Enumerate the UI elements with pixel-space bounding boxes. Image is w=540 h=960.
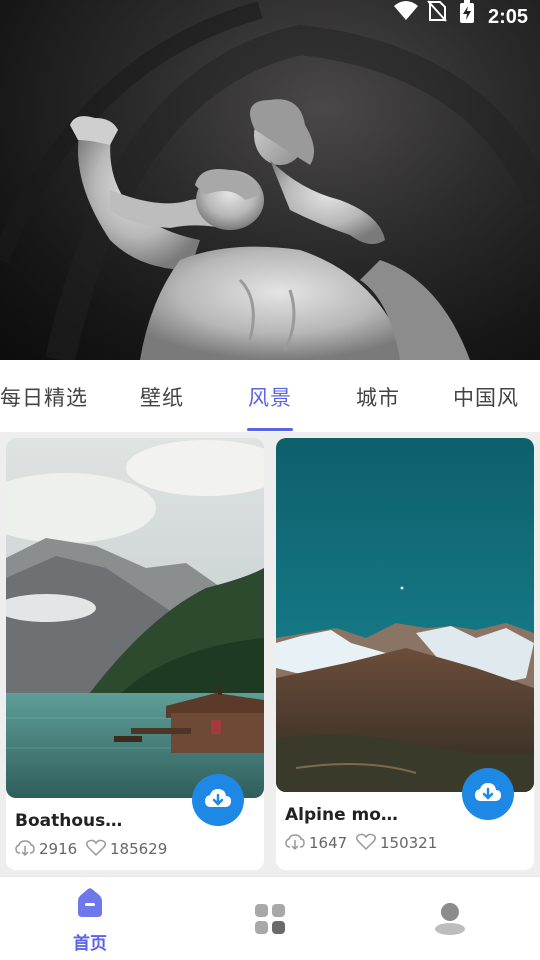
home-icon xyxy=(78,888,102,917)
card-title: Boathous… xyxy=(15,811,123,831)
download-button[interactable] xyxy=(192,774,244,826)
no-sim-icon xyxy=(427,0,447,22)
nav-home-label: 首页 xyxy=(73,934,107,954)
statue-image xyxy=(0,1,540,360)
wifi-icon xyxy=(394,1,418,20)
battery-charging-icon xyxy=(460,0,474,23)
like-count-value: 185629 xyxy=(110,840,168,858)
user-icon xyxy=(435,903,465,935)
like-count: 185629 xyxy=(86,839,186,860)
cloud-download-outline-icon xyxy=(285,834,305,851)
grid-icon xyxy=(255,904,285,934)
category-tabs: 每日精选 壁纸 风景 城市 中国风 xyxy=(0,360,540,432)
nav-home[interactable]: 首页 xyxy=(40,877,140,960)
download-count: 2916 xyxy=(15,840,85,860)
like-count-value: 150321 xyxy=(380,834,438,852)
tab-city[interactable]: 城市 xyxy=(356,382,400,412)
card-image-boathouse[interactable] xyxy=(6,438,264,798)
download-count-value: 1647 xyxy=(309,834,348,852)
cloud-download-icon xyxy=(475,783,501,801)
status-bar: 2:05 xyxy=(0,0,540,36)
status-time: 2:05 xyxy=(487,6,528,28)
nav-profile[interactable] xyxy=(400,877,500,960)
heart-outline-icon xyxy=(356,833,376,851)
bottom-navigation: 首页 xyxy=(0,876,540,960)
tab-wallpaper[interactable]: 壁纸 xyxy=(140,382,184,412)
download-button[interactable] xyxy=(462,768,514,820)
wallpaper-card[interactable]: Boathous… 2916 185629 xyxy=(6,438,264,870)
tab-scenery[interactable]: 风景 xyxy=(248,382,292,412)
download-count: 1647 xyxy=(285,834,355,854)
tab-chinese-style[interactable]: 中国风 xyxy=(453,382,519,412)
hero-banner[interactable]: 2:05 xyxy=(0,0,540,360)
card-image-alpine[interactable] xyxy=(276,438,534,792)
cloud-download-outline-icon xyxy=(15,840,35,857)
tab-daily-picks[interactable]: 每日精选 xyxy=(0,382,88,412)
app-screen: 2:05 每日精选 壁纸 风景 城市 中国风 Boathous… 2916 18… xyxy=(0,0,540,960)
heart-outline-icon xyxy=(86,839,106,857)
nav-categories[interactable] xyxy=(220,877,320,960)
download-count-value: 2916 xyxy=(39,840,78,858)
cloud-download-icon xyxy=(205,789,231,807)
lake-boathouse-image xyxy=(6,438,264,798)
card-title: Alpine mo… xyxy=(285,805,398,825)
wallpaper-card[interactable]: Alpine mo… 1647 150321 xyxy=(276,438,534,870)
alpine-mountains-image xyxy=(276,438,534,792)
like-count: 150321 xyxy=(356,833,456,854)
active-tab-indicator xyxy=(247,428,293,431)
